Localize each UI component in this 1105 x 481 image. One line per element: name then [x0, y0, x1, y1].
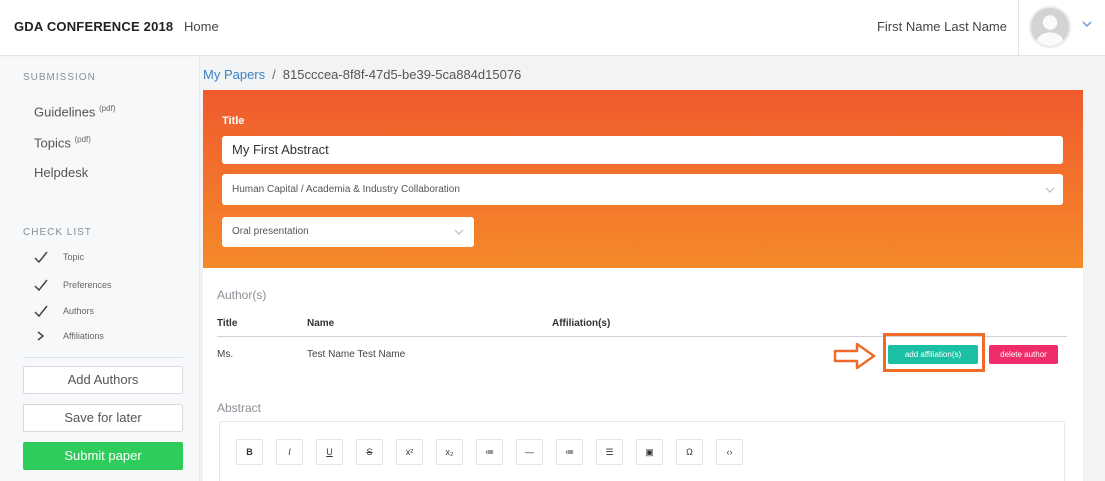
paper-details-card: Author(s) Title Name Affiliation(s) Ms. … [203, 268, 1083, 481]
bold-icon[interactable]: B [236, 439, 263, 465]
brand-title[interactable]: GDA CONFERENCE 2018 [14, 19, 173, 34]
chevron-down-icon [454, 229, 464, 235]
topics-pdf-tag: (pdf) [74, 135, 91, 144]
author-title-cell: Ms. [217, 349, 234, 360]
topic-select-value: Human Capital / Academia & Industry Coll… [232, 184, 460, 195]
subscript-icon[interactable]: x₂ [436, 439, 463, 465]
title-label: Title [222, 115, 245, 127]
bullet-list-icon[interactable]: ≔ [476, 439, 503, 465]
underline-icon[interactable]: U [316, 439, 343, 465]
checklist-item-topic: Topic [34, 250, 194, 266]
topic-select[interactable]: Human Capital / Academia & Industry Coll… [222, 174, 1063, 205]
add-affiliation-button[interactable]: add affiliation(s) [888, 345, 978, 364]
sidebar-link-topics[interactable]: Topics (pdf) [34, 135, 91, 150]
user-name[interactable]: First Name Last Name [877, 19, 1007, 34]
avatar[interactable] [1029, 6, 1071, 48]
image-icon[interactable]: ▣ [636, 439, 663, 465]
special-char-icon[interactable]: Ω [676, 439, 703, 465]
save-for-later-button[interactable]: Save for later [23, 404, 183, 432]
authors-heading: Author(s) [217, 288, 267, 302]
sidebar-link-guidelines[interactable]: Guidelines (pdf) [34, 104, 116, 119]
sidebar: SUBMISSION Guidelines (pdf) Topics (pdf)… [0, 57, 200, 481]
column-header-name: Name [307, 318, 335, 329]
column-header-affiliations: Affiliation(s) [552, 318, 611, 329]
horizontal-rule-icon[interactable]: — [516, 439, 543, 465]
delete-author-button[interactable]: delete author [989, 345, 1058, 364]
submission-section-label: SUBMISSION [23, 72, 96, 83]
superscript-icon[interactable]: x² [396, 439, 423, 465]
checklist-label: Authors [63, 306, 95, 316]
checkmark-icon [34, 279, 48, 292]
ordered-list-icon[interactable]: ≔ [556, 439, 583, 465]
user-divider [1018, 0, 1019, 56]
add-authors-button[interactable]: Add Authors [23, 366, 183, 394]
abstract-editor: B I U S x² x₂ ≔ — ≔ ☰ ▣ Ω ‹› [219, 421, 1065, 481]
checkmark-icon [34, 251, 48, 264]
italic-icon[interactable]: I [276, 439, 303, 465]
align-icon[interactable]: ☰ [596, 439, 623, 465]
code-icon[interactable]: ‹› [716, 439, 743, 465]
presentation-select-value: Oral presentation [232, 226, 309, 237]
column-header-title: Title [217, 318, 238, 329]
guidelines-label: Guidelines [34, 104, 96, 120]
arrow-right-annotation-icon [833, 342, 876, 370]
presentation-type-select[interactable]: Oral presentation [222, 217, 474, 247]
checklist-item-authors: Authors [34, 304, 194, 320]
checklist-item-preferences: Preferences [34, 278, 194, 294]
breadcrumb-separator: / [272, 67, 276, 82]
paper-title-card: Title My First Abstract Human Capital / … [203, 90, 1083, 268]
submit-paper-button[interactable]: Submit paper [23, 442, 183, 470]
title-input[interactable]: My First Abstract [222, 136, 1063, 164]
breadcrumb: My Papers / 815cccea-8f8f-47d5-be39-5ca884… [203, 67, 521, 82]
checklist-label: Preferences [63, 280, 112, 290]
user-avatar-icon [1031, 8, 1069, 46]
chevron-down-icon[interactable] [1080, 17, 1094, 31]
breadcrumb-paper-id: 815cccea-8f8f-47d5-be39-5ca884d15076 [282, 67, 522, 82]
chevron-down-icon [1045, 187, 1055, 193]
chevron-right-icon [37, 331, 45, 341]
abstract-heading: Abstract [217, 401, 262, 415]
helpdesk-label: Helpdesk [34, 165, 89, 180]
topics-label: Topics [34, 135, 71, 151]
checklist-label: Affiliations [63, 331, 104, 341]
author-name-cell: Test Name Test Name [307, 349, 406, 360]
breadcrumb-my-papers[interactable]: My Papers [203, 67, 265, 82]
sidebar-link-helpdesk[interactable]: Helpdesk [34, 165, 88, 180]
checkmark-icon [34, 305, 48, 318]
checklist-label: Topic [63, 252, 85, 262]
checklist-section-label: CHECK LIST [23, 227, 92, 238]
guidelines-pdf-tag: (pdf) [99, 104, 116, 113]
nav-home-link[interactable]: Home [184, 19, 219, 34]
sidebar-divider [23, 357, 183, 358]
strikethrough-icon[interactable]: S [356, 439, 383, 465]
top-navbar: GDA CONFERENCE 2018 Home First Name Last… [0, 0, 1105, 56]
checklist-item-affiliations: Affiliations [34, 329, 194, 345]
